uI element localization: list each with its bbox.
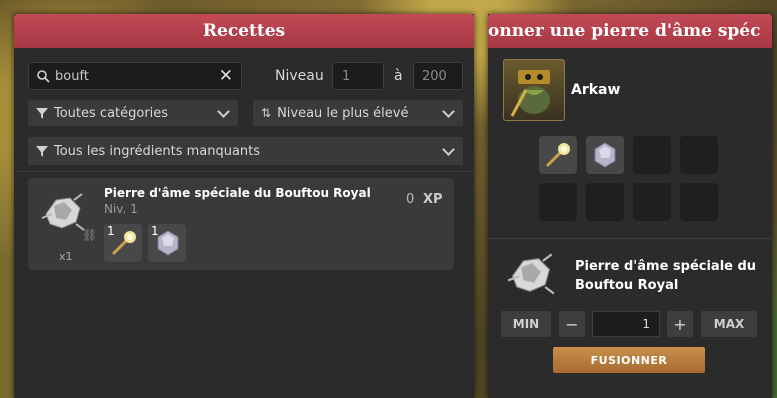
character-portrait bbox=[503, 59, 565, 121]
result-name-line2: Bouftou Royal bbox=[575, 278, 679, 293]
level-min-input[interactable]: 1 bbox=[332, 62, 384, 90]
sort-dropdown[interactable]: ⇅ Niveau le plus élevé bbox=[253, 100, 463, 126]
soul-stone-icon bbox=[157, 230, 179, 256]
ingredients-value: Tous les ingrédients manquants bbox=[54, 143, 261, 159]
to-label: à bbox=[394, 68, 403, 84]
soul-stone-result-icon bbox=[507, 253, 555, 295]
fusion-slot[interactable] bbox=[539, 183, 577, 221]
min-button[interactable]: MIN bbox=[501, 311, 551, 337]
max-button[interactable]: MAX bbox=[701, 311, 757, 337]
level-max-value: 200 bbox=[422, 68, 447, 84]
filter-icon bbox=[36, 107, 48, 119]
quantity-input[interactable]: 1 bbox=[592, 311, 660, 337]
fusion-slot[interactable] bbox=[680, 183, 718, 221]
xp-value: 0 bbox=[406, 192, 415, 207]
recipe-name: Pierre d'âme spéciale du Bouftou Royal bbox=[104, 186, 371, 200]
recipe-card[interactable]: ⛓ x1 Pierre d'âme spéciale du Bouftou Ro… bbox=[28, 178, 454, 270]
recipes-panel: Recettes bouft ✕ Niveau 1 à 200 Toutes c… bbox=[14, 14, 474, 398]
category-dropdown[interactable]: Toutes catégories bbox=[28, 100, 238, 126]
minus-icon: − bbox=[565, 314, 579, 334]
level-min-value: 1 bbox=[342, 68, 351, 84]
clear-search-icon[interactable]: ✕ bbox=[219, 66, 233, 86]
ingredient-slot[interactable]: 1 bbox=[104, 224, 142, 262]
divider bbox=[488, 238, 772, 239]
sceptre-icon bbox=[111, 231, 136, 256]
result-name-line1: Pierre d'âme spéciale du bbox=[575, 259, 757, 274]
chevron-down-icon bbox=[217, 105, 230, 118]
xp-label: XP bbox=[423, 192, 443, 207]
recipe-level: Niv. 1 bbox=[104, 202, 138, 216]
search-icon bbox=[37, 70, 50, 83]
fusion-slot[interactable] bbox=[633, 136, 671, 174]
level-max-input[interactable]: 200 bbox=[413, 62, 463, 90]
search-value: bouft bbox=[55, 68, 89, 84]
character-avatar-icon bbox=[510, 70, 550, 117]
decrement-button[interactable]: − bbox=[559, 311, 585, 337]
link-icon: ⛓ bbox=[82, 228, 98, 242]
fusion-slot[interactable] bbox=[539, 136, 577, 174]
sort-arrows-icon: ⇅ bbox=[261, 106, 272, 120]
fuse-label: FUSIONNER bbox=[590, 353, 668, 367]
chevron-down-icon bbox=[442, 105, 455, 118]
multiplier: x1 bbox=[59, 250, 73, 263]
sort-value: Niveau le plus élevé bbox=[277, 105, 409, 121]
max-label: MAX bbox=[713, 317, 745, 331]
level-label: Niveau bbox=[275, 68, 324, 84]
increment-button[interactable]: + bbox=[667, 311, 693, 337]
fusion-slot[interactable] bbox=[586, 136, 624, 174]
soul-stone-icon bbox=[594, 142, 616, 168]
ingredients-dropdown[interactable]: Tous les ingrédients manquants bbox=[28, 137, 463, 165]
fusion-slot[interactable] bbox=[586, 183, 624, 221]
plus-icon: + bbox=[673, 314, 687, 334]
quantity-value: 1 bbox=[642, 317, 650, 331]
divider bbox=[14, 171, 474, 172]
min-label: MIN bbox=[512, 317, 540, 331]
category-value: Toutes catégories bbox=[54, 105, 169, 121]
ingredient-slot[interactable]: 1 bbox=[148, 224, 186, 262]
recipes-title: Recettes bbox=[14, 14, 474, 48]
chevron-down-icon bbox=[442, 143, 455, 156]
fusion-panel: onner une pierre d'âme spéc Arkaw Pierre… bbox=[488, 14, 772, 398]
fusion-title: onner une pierre d'âme spéc bbox=[488, 14, 772, 48]
character-name: Arkaw bbox=[571, 82, 621, 98]
filter-icon bbox=[36, 145, 48, 157]
sceptre-icon bbox=[545, 143, 570, 168]
search-input[interactable]: bouft ✕ bbox=[28, 62, 242, 90]
fuse-button[interactable]: FUSIONNER bbox=[553, 347, 705, 373]
soul-stone-result-icon bbox=[41, 193, 85, 231]
fusion-slot[interactable] bbox=[633, 183, 671, 221]
fusion-slot[interactable] bbox=[680, 136, 718, 174]
